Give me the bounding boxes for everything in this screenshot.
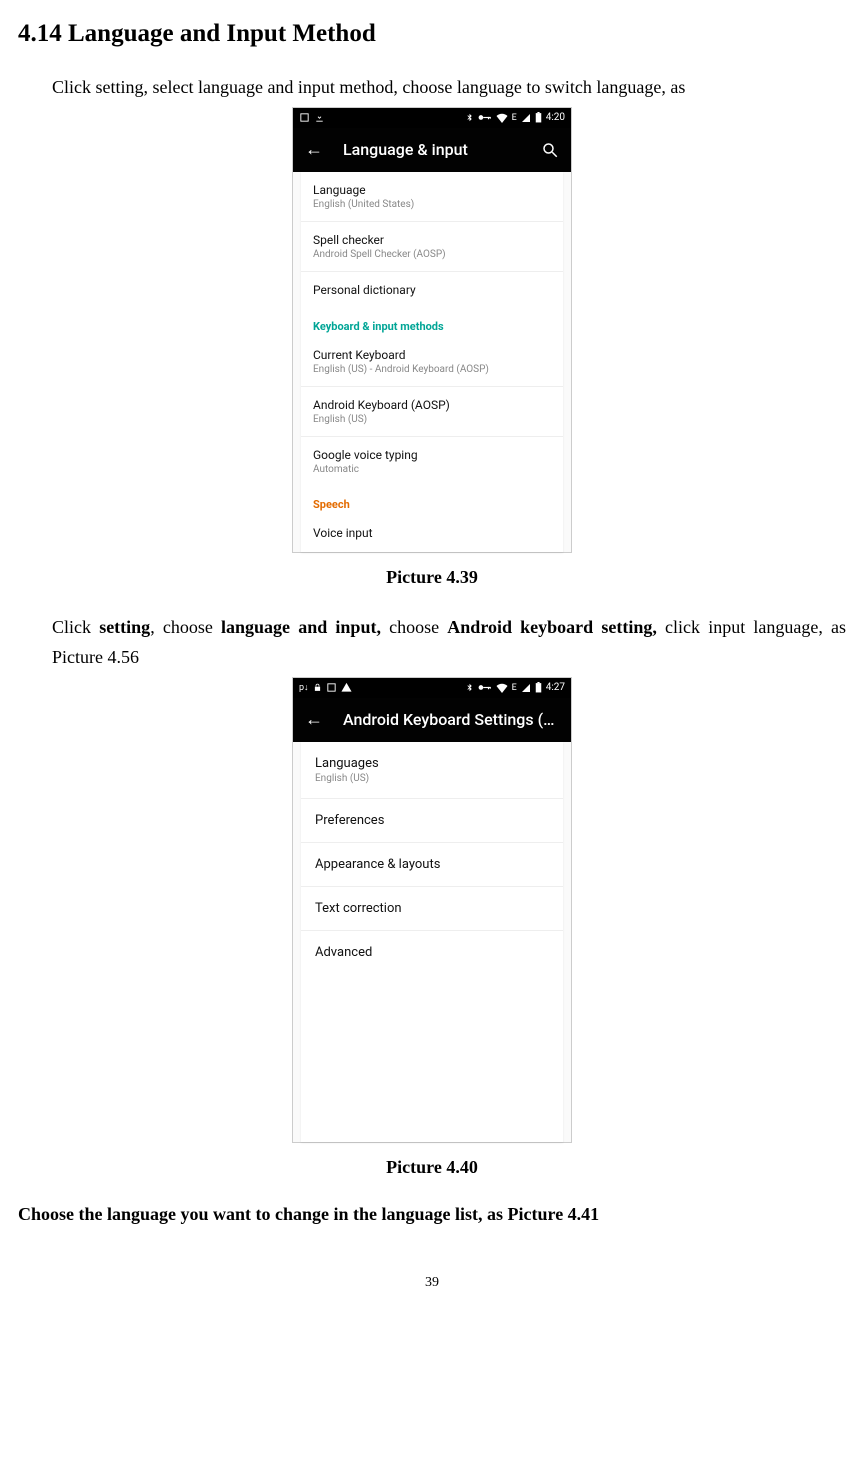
setting-title: Google voice typing [313,448,551,462]
screenshot-icon [299,112,310,123]
caption-2: Picture 4.40 [18,1157,846,1178]
key-icon [478,113,492,122]
battery-icon [535,112,542,123]
setting-title: Text correction [315,901,549,916]
setting-title: Current Keyboard [313,348,551,362]
wifi-icon [496,113,508,123]
paragraph-2: Click setting, choose language and input… [52,612,846,673]
setting-title: Spell checker [313,233,551,247]
setting-item-voice-input[interactable]: Voice input [301,515,563,552]
download-icon [314,112,325,123]
setting-item-voice-typing[interactable]: Google voice typing Automatic [301,436,563,486]
screenshot-icon [326,682,337,693]
key-icon [478,683,492,692]
section-header-keyboard: Keyboard & input methods [301,308,563,337]
setting-item-spellchecker[interactable]: Spell checker Android Spell Checker (AOS… [301,221,563,271]
caption-1: Picture 4.39 [18,567,846,588]
lock-icon [313,682,322,693]
setting-sub: English (US) - Android Keyboard (AOSP) [313,364,551,375]
signal-label: E [512,683,517,693]
appbar-title: Language & input [343,140,521,159]
setting-sub: English (United States) [313,199,551,210]
setting-title: Languages [315,756,549,771]
setting-item-preferences[interactable]: Preferences [301,798,563,842]
text-bold: setting [99,617,150,637]
warning-icon [341,682,352,693]
setting-item-android-keyboard[interactable]: Android Keyboard (AOSP) English (US) [301,386,563,436]
appbar-title: Android Keyboard Settings (A... [343,710,559,729]
status-label: p↓ [299,682,309,693]
signal-icon [521,683,531,693]
wifi-icon [496,683,508,693]
setting-title: Preferences [315,813,549,828]
bluetooth-icon [465,682,474,693]
status-bar: p↓ [293,678,571,698]
setting-sub: Android Spell Checker (AOSP) [313,249,551,260]
back-icon[interactable]: ← [305,141,323,159]
text-span: choose [381,617,447,637]
app-bar: ← Language & input [293,128,571,172]
setting-title: Appearance & layouts [315,857,549,872]
battery-icon [535,682,542,693]
text-bold: Android keyboard setting, [447,617,657,637]
page-number: 39 [0,1275,864,1291]
setting-item-text-correction[interactable]: Text correction [301,886,563,930]
signal-label: E [512,113,517,123]
text-span: Click [52,617,99,637]
text-span: , choose [150,617,221,637]
section-header-speech: Speech [301,486,563,515]
text-bold: language and input, [221,617,381,637]
intro-paragraph: Click setting, select language and input… [52,72,846,103]
setting-title: Language [313,183,551,197]
screenshot-phone-2: p↓ [292,677,572,1143]
setting-title: Advanced [315,945,549,960]
setting-title: Android Keyboard (AOSP) [313,398,551,412]
status-time: 4:27 [546,682,565,693]
setting-sub: English (US) [313,414,551,425]
setting-sub: Automatic [313,464,551,475]
setting-item-current-keyboard[interactable]: Current Keyboard English (US) - Android … [301,337,563,386]
signal-icon [521,113,531,123]
setting-title: Personal dictionary [313,283,551,297]
back-icon[interactable]: ← [305,711,323,729]
app-bar: ← Android Keyboard Settings (A... [293,698,571,742]
setting-item-languages[interactable]: Languages English (US) [301,742,563,798]
search-icon[interactable] [541,141,559,159]
screenshot-phone-1: E 4:20 ← Language & input [292,107,572,553]
setting-title: Voice input [313,526,551,540]
section-heading: 4.14 Language and Input Method [18,20,846,48]
setting-item-dictionary[interactable]: Personal dictionary [301,271,563,308]
setting-item-advanced[interactable]: Advanced [301,930,563,974]
setting-sub: English (US) [315,773,549,784]
strong-instruction: Choose the language you want to change i… [18,1204,846,1225]
status-bar: E 4:20 [293,108,571,128]
status-time: 4:20 [546,112,565,123]
setting-item-appearance[interactable]: Appearance & layouts [301,842,563,886]
bluetooth-icon [465,112,474,123]
setting-item-language[interactable]: Language English (United States) [301,172,563,221]
